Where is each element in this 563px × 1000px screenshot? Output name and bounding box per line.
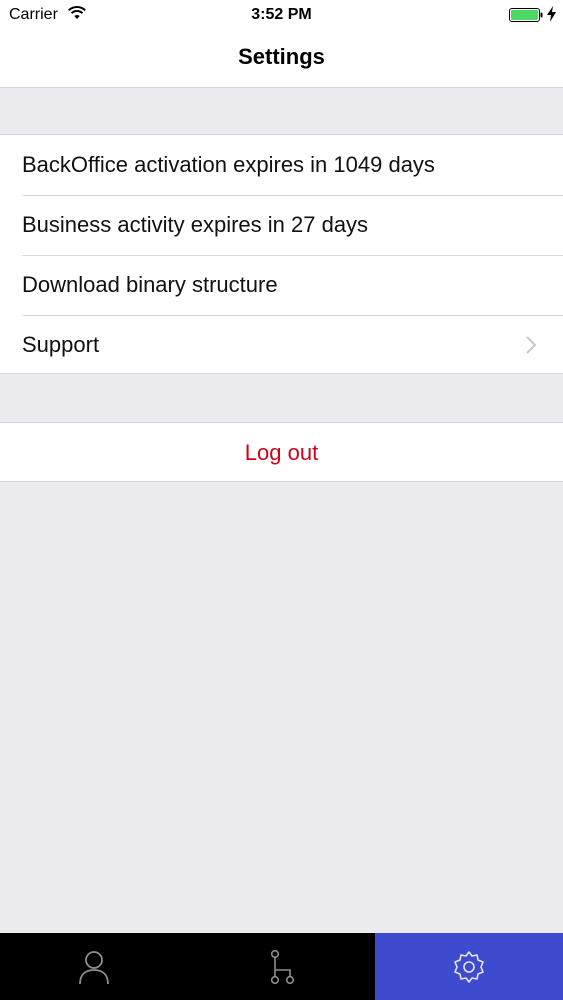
tab-bar [0,933,563,1000]
battery-icon [509,8,543,22]
settings-row-support[interactable]: Support [0,315,563,375]
row-label: Business activity expires in 27 days [22,212,369,237]
settings-row-backoffice-activation[interactable]: BackOffice activation expires in 1049 da… [0,135,563,195]
settings-list: BackOffice activation expires in 1049 da… [0,134,563,374]
row-label: Download binary structure [22,272,278,297]
logout-label: Log out [244,440,319,465]
clock: 3:52 PM [251,6,312,23]
settings-row-business-activity[interactable]: Business activity expires in 27 days [0,195,563,255]
row-label: BackOffice activation expires in 1049 da… [22,152,435,177]
tab-structure[interactable] [188,933,376,1000]
person-icon [78,950,109,984]
status-bar: Carrier 3:52 PM [0,0,563,30]
charging-bolt-icon [547,6,556,22]
navigation-bar: Settings [0,30,563,88]
settings-screen: Carrier 3:52 PM Settings BackOffice acti… [0,0,563,1000]
tab-settings[interactable] [375,933,563,1000]
chevron-right-icon [526,336,536,354]
branch-icon [270,949,294,984]
logout-button[interactable]: Log out [0,422,563,482]
settings-row-download-binary-structure[interactable]: Download binary structure [0,255,563,315]
page-title: Settings [238,44,325,69]
gear-icon [454,950,484,983]
tab-profile[interactable] [0,933,188,1000]
row-label: Support [22,332,100,357]
